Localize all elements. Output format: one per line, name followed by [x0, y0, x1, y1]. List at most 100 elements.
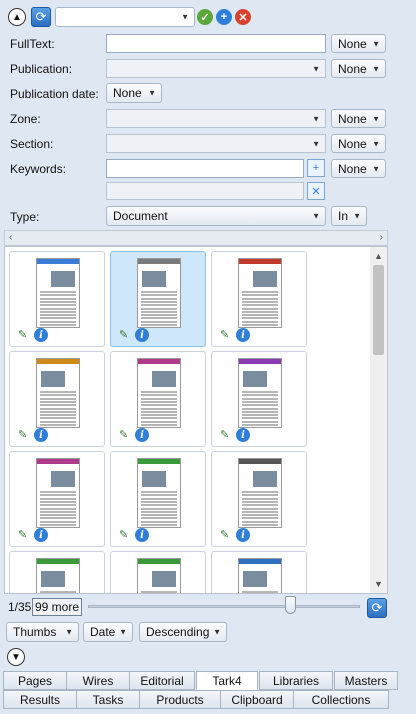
expand-icon[interactable]: ▼: [7, 648, 25, 666]
page-preview: [36, 558, 80, 593]
section-op-select[interactable]: None ▼: [331, 134, 386, 153]
remove-keyword-icon[interactable]: ✕: [307, 182, 325, 200]
info-icon[interactable]: i: [34, 328, 48, 342]
chevron-down-icon: ▼: [312, 114, 320, 123]
page-preview: [238, 358, 282, 428]
publication-op-select[interactable]: None ▼: [331, 59, 386, 78]
vertical-scrollbar[interactable]: ▲ ▼: [370, 247, 387, 593]
view-mode-select[interactable]: Thumbs ▼: [6, 622, 79, 642]
page-preview: [36, 458, 80, 528]
chevron-down-icon: ▼: [372, 114, 380, 123]
keywords-op-select[interactable]: None ▼: [331, 159, 386, 178]
page-preview: [36, 258, 80, 328]
info-icon[interactable]: i: [135, 528, 149, 542]
keywords-label: Keywords:: [10, 162, 67, 176]
info-icon[interactable]: i: [34, 528, 48, 542]
add-icon[interactable]: +: [216, 9, 232, 25]
results-grid: ✎i✎i✎i✎i✎i✎i✎i✎i✎i✎i✎i✎i ▲ ▼: [4, 246, 388, 594]
attachment-icon[interactable]: ✎: [220, 328, 234, 341]
chevron-down-icon: ▼: [372, 139, 380, 148]
section-select[interactable]: ▼: [106, 134, 326, 153]
tab-clipboard[interactable]: Clipboard: [220, 690, 294, 709]
delete-icon[interactable]: ✕: [235, 9, 251, 25]
type-op-select[interactable]: In ▼: [331, 206, 367, 226]
horizontal-scrollbar[interactable]: ‹ ›: [4, 230, 388, 246]
tab-editorial[interactable]: Editorial: [129, 671, 195, 690]
keywords-input-2[interactable]: [106, 182, 304, 200]
section-label: Section:: [10, 137, 54, 151]
zone-op-select[interactable]: None ▼: [331, 109, 386, 128]
zoom-slider-track[interactable]: [88, 605, 360, 608]
page-preview: [238, 558, 282, 593]
scroll-up-icon[interactable]: ▲: [374, 251, 383, 261]
zone-select[interactable]: ▼: [106, 109, 326, 128]
tab-wires[interactable]: Wires: [66, 671, 130, 690]
fulltext-label: FullText:: [10, 37, 55, 51]
scroll-thumb[interactable]: [373, 265, 384, 355]
scroll-left-icon[interactable]: ‹: [9, 232, 12, 243]
info-icon[interactable]: i: [236, 428, 250, 442]
fulltext-input[interactable]: [106, 34, 326, 53]
publication-select[interactable]: ▼: [106, 59, 326, 78]
page-preview: [137, 558, 181, 593]
scroll-right-icon[interactable]: ›: [380, 232, 383, 243]
attachment-icon[interactable]: ✎: [119, 528, 133, 541]
attachment-icon[interactable]: ✎: [18, 328, 32, 341]
chevron-down-icon: ▼: [372, 39, 380, 48]
thumbnail-item[interactable]: ✎i: [110, 551, 206, 593]
reload-results-icon[interactable]: ⟳: [367, 598, 387, 618]
chevron-down-icon: ▼: [312, 211, 320, 221]
tab-products[interactable]: Products: [139, 690, 221, 709]
apply-icon[interactable]: ✓: [197, 9, 213, 25]
thumbnail-item[interactable]: ✎i: [9, 351, 105, 447]
info-icon[interactable]: i: [135, 328, 149, 342]
keywords-input[interactable]: [106, 159, 304, 178]
thumbnail-item[interactable]: ✎i: [110, 351, 206, 447]
chevron-down-icon: ▼: [65, 627, 73, 637]
fulltext-op-select[interactable]: None ▼: [331, 34, 386, 53]
saved-query-select[interactable]: ▼: [55, 7, 195, 27]
refresh-icon[interactable]: ⟳: [31, 7, 51, 27]
info-icon[interactable]: i: [236, 528, 250, 542]
attachment-icon[interactable]: ✎: [220, 428, 234, 441]
thumbnail-item[interactable]: ✎i: [110, 451, 206, 547]
thumbnail-item[interactable]: ✎i: [211, 251, 307, 347]
thumbnail-item[interactable]: ✎i: [211, 551, 307, 593]
collapse-icon[interactable]: ▲: [8, 8, 26, 26]
attachment-icon[interactable]: ✎: [220, 528, 234, 541]
type-select[interactable]: Document ▼: [106, 206, 326, 226]
thumbnail-item[interactable]: ✎i: [9, 551, 105, 593]
zoom-slider-handle[interactable]: [285, 596, 296, 614]
page-preview: [137, 358, 181, 428]
page-preview: [137, 458, 181, 528]
add-keyword-icon[interactable]: +: [307, 159, 325, 177]
attachment-icon[interactable]: ✎: [18, 528, 32, 541]
tab-collections[interactable]: Collections: [293, 690, 389, 709]
info-icon[interactable]: i: [135, 428, 149, 442]
thumbnail-item[interactable]: ✎i: [211, 451, 307, 547]
thumbnail-item[interactable]: ✎i: [211, 351, 307, 447]
more-results-button[interactable]: 99 more: [32, 598, 83, 616]
chevron-down-icon: ▼: [312, 64, 320, 73]
page-preview: [36, 358, 80, 428]
tab-pages[interactable]: Pages: [3, 671, 67, 690]
thumbnail-item[interactable]: ✎i: [9, 251, 105, 347]
tab-results[interactable]: Results: [3, 690, 77, 709]
tab-tark4[interactable]: Tark4: [196, 671, 258, 690]
page-preview: [238, 258, 282, 328]
attachment-icon[interactable]: ✎: [119, 328, 133, 341]
sort-field-select[interactable]: Date ▼: [83, 622, 133, 642]
info-icon[interactable]: i: [34, 428, 48, 442]
info-icon[interactable]: i: [236, 328, 250, 342]
scroll-down-icon[interactable]: ▼: [374, 579, 383, 589]
sort-order-select[interactable]: Descending ▼: [139, 622, 227, 642]
tab-tasks[interactable]: Tasks: [76, 690, 140, 709]
thumbnail-item[interactable]: ✎i: [110, 251, 206, 347]
attachment-icon[interactable]: ✎: [18, 428, 32, 441]
tab-libraries[interactable]: Libraries: [259, 671, 333, 690]
chevron-down-icon: ▼: [312, 139, 320, 148]
pubdate-op-select[interactable]: None ▼: [106, 83, 162, 103]
thumbnail-item[interactable]: ✎i: [9, 451, 105, 547]
tab-masters[interactable]: Masters: [334, 671, 398, 690]
attachment-icon[interactable]: ✎: [119, 428, 133, 441]
